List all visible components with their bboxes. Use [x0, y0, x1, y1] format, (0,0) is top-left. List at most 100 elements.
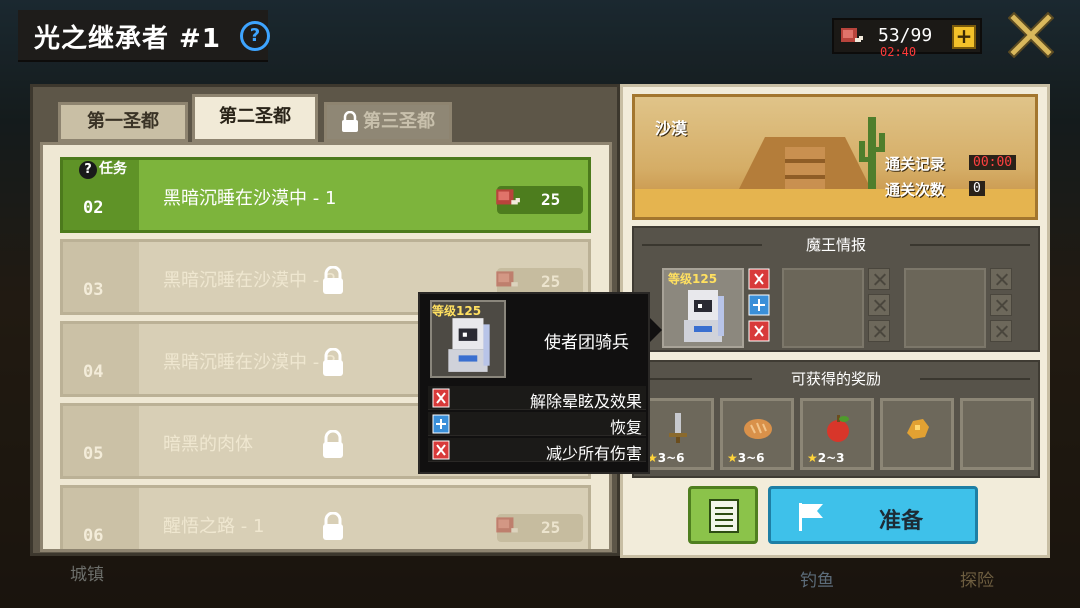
- skill-blue-icon: [432, 414, 450, 434]
- reward-slot-bread[interactable]: ★3~6: [720, 398, 794, 470]
- list-icon: [709, 499, 739, 533]
- skill-red-icon: [748, 320, 770, 342]
- stage-name: 黑暗沉睡在沙漠中 - 3: [163, 352, 337, 373]
- stage-cost-value: 25: [541, 518, 561, 537]
- bg-town-label: 城镇: [70, 565, 104, 585]
- ready-button-label: 准备: [879, 509, 924, 534]
- apple-icon: [827, 415, 849, 442]
- stage-name: 黑暗沉睡在沙漠中 - 2: [163, 270, 337, 291]
- stage-number-box: [63, 324, 139, 394]
- page-title: 光之继承者 #1: [34, 24, 221, 54]
- lock-icon: [323, 430, 343, 458]
- reward-slot-apple[interactable]: ★2~3: [800, 398, 874, 470]
- quest-tag-label: 任务: [99, 161, 127, 177]
- skill-blue-icon: [748, 294, 770, 316]
- boss-skill-row: 解除晕眩及效果: [428, 386, 646, 411]
- stage-number: 04: [83, 362, 104, 382]
- clear-count-label: 通关次数: [885, 181, 946, 199]
- stage-row-06[interactable]: 06 醒悟之路 - 1 25: [60, 485, 591, 549]
- boss-skill-row: 恢复: [428, 412, 646, 437]
- skill-red-icon: [432, 440, 450, 460]
- stage-list-button[interactable]: [688, 486, 758, 544]
- stage-cost: 25: [496, 514, 583, 542]
- quest-tag: ? 任务: [79, 158, 127, 180]
- empty-skill-cell: [990, 320, 1012, 342]
- reward-stars: ★2~3: [807, 451, 845, 465]
- stage-row-02[interactable]: ? 任务 02 黑暗沉睡在沙漠中 - 1 25: [60, 157, 591, 233]
- cactus-art: [859, 117, 885, 197]
- boss-level: 等级125: [668, 272, 718, 286]
- knight-portrait: [684, 290, 724, 342]
- boss-info-heading: 魔王情报: [634, 228, 1038, 262]
- rewards-heading: 可获得的奖励: [634, 362, 1038, 396]
- reward-slot-sword[interactable]: ★3~6: [640, 398, 714, 470]
- reward-stars: ★3~6: [727, 451, 765, 465]
- reward-stars-value: 2~3: [817, 451, 845, 465]
- rewards-title: 可获得的奖励: [790, 370, 881, 388]
- bread-icon: [744, 419, 772, 439]
- meat-icon: [841, 28, 863, 42]
- stage-cost-value: 25: [541, 190, 561, 209]
- stage-number: 02: [83, 198, 104, 218]
- bg-adventure-label: 探险: [960, 571, 994, 591]
- flag-icon: [799, 503, 823, 531]
- boss-slot-1[interactable]: 等级125: [662, 268, 744, 348]
- skill-red-icon: [748, 268, 770, 290]
- empty-skill-cell: [990, 294, 1012, 316]
- skill-label: 减少所有伤害: [545, 444, 642, 463]
- reward-slot-gold-ore[interactable]: [880, 398, 954, 470]
- tooltip-arrow: [650, 318, 662, 342]
- skill-label: 恢复: [609, 418, 642, 437]
- boss-slot-2: [782, 268, 864, 348]
- lock-icon: [323, 348, 343, 376]
- meat-icon: [496, 189, 520, 205]
- meat-icon: [496, 517, 518, 533]
- empty-skill-cell: [868, 268, 890, 290]
- skill-label: 解除晕眩及效果: [529, 392, 642, 411]
- ready-button[interactable]: 准备: [768, 486, 978, 544]
- stage-number: 05: [83, 444, 104, 464]
- boss-name: 使者团骑兵: [544, 333, 629, 353]
- tab-label: 第二圣都: [219, 106, 291, 127]
- meat-icon: [496, 271, 518, 287]
- skill-red-icon: [432, 388, 450, 408]
- stamina-timer: 02:40: [880, 45, 917, 59]
- reward-stars: ★3~6: [647, 451, 685, 465]
- tab-second-holy-city[interactable]: 第二圣都: [192, 94, 318, 142]
- stage-number: 06: [83, 526, 104, 546]
- reward-slot-empty: [960, 398, 1034, 470]
- boss-slot-3: [904, 268, 986, 348]
- clear-record-label: 通关记录: [885, 155, 946, 173]
- area-name: 沙漠: [655, 119, 688, 138]
- stage-number-box: [63, 242, 139, 312]
- stage-name: 黑暗沉睡在沙漠中 - 1: [163, 188, 337, 209]
- boss-skill-row: 减少所有伤害: [428, 438, 646, 463]
- tab-first-holy-city[interactable]: 第一圣都: [58, 102, 188, 142]
- lock-icon: [342, 111, 358, 132]
- gold-ore-icon: [907, 419, 929, 439]
- stage-cost: 25: [496, 186, 583, 214]
- bg-fishing-label: 钓鱼: [800, 571, 834, 591]
- clear-count-value: 0: [969, 181, 985, 196]
- tab-third-holy-city[interactable]: 第三圣都: [324, 102, 452, 142]
- empty-skill-cell: [990, 268, 1012, 290]
- stage-name: 暗黑的肉体: [163, 434, 253, 455]
- boss-level: 等级125: [432, 304, 482, 318]
- boss-tooltip: 等级125 使者团骑兵 解除晕眩及效果 恢复 减少所有伤害: [418, 292, 662, 474]
- lock-icon: [323, 266, 343, 294]
- question-circle-icon[interactable]: ?: [240, 21, 270, 51]
- lock-icon: [323, 512, 343, 540]
- empty-skill-cell: [868, 320, 890, 342]
- boss-info-title: 魔王情报: [805, 236, 866, 254]
- sword-icon: [669, 413, 687, 443]
- close-x-icon[interactable]: [1008, 12, 1054, 58]
- stage-number-box: [63, 406, 139, 476]
- stage-cost-value: 25: [541, 272, 561, 291]
- stage-number: 03: [83, 280, 104, 300]
- add-stamina-button[interactable]: +: [952, 25, 976, 49]
- stamina-value: 53/99: [878, 25, 933, 46]
- stage-name: 醒悟之路 - 1: [163, 516, 265, 537]
- knight-portrait: [448, 318, 490, 372]
- boss-info-section: 魔王情报 等级125: [632, 226, 1040, 352]
- reward-stars-value: 3~6: [737, 451, 765, 465]
